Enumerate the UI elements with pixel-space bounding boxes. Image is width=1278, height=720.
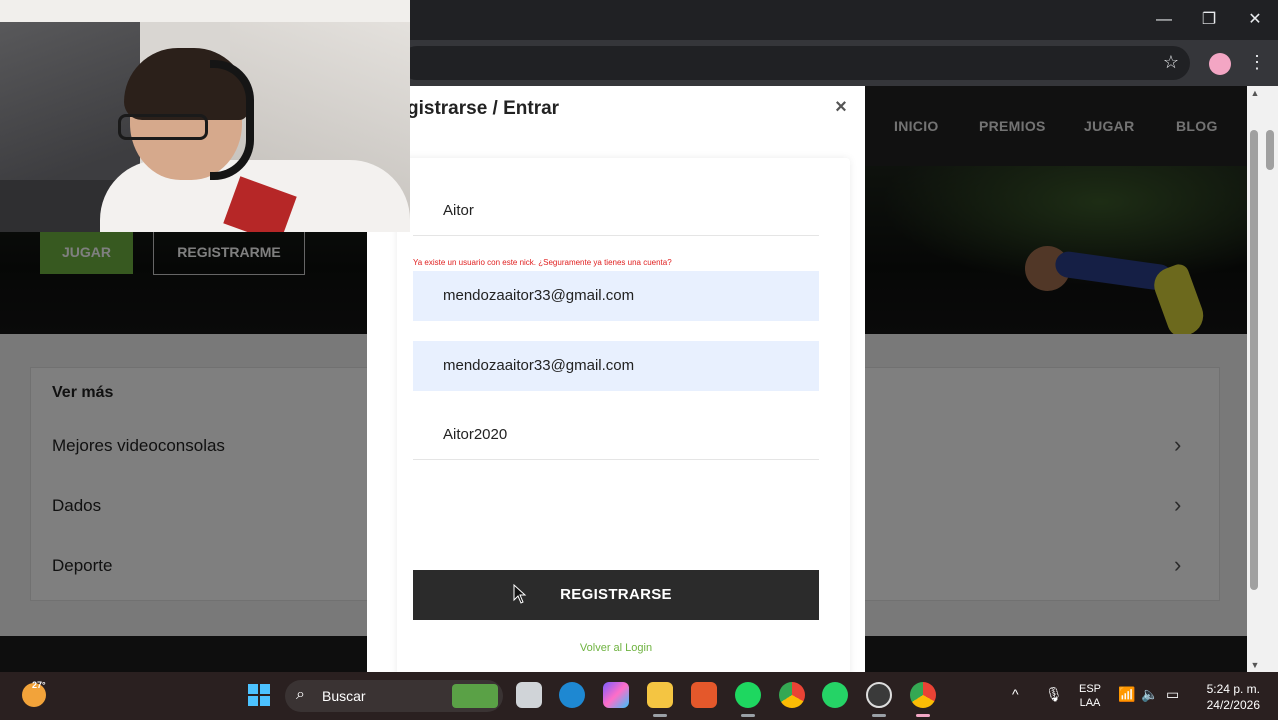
- active-app-indicator: [916, 714, 930, 717]
- webcam-headset: [210, 60, 254, 180]
- minimize-button[interactable]: —: [1152, 10, 1176, 30]
- language-code: ESP: [1078, 683, 1101, 695]
- email-confirm-value: mendozaaitor33@gmail.com: [443, 357, 635, 374]
- close-window-button[interactable]: ✕: [1243, 10, 1267, 30]
- email-field[interactable]: mendozaaitor33@gmail.com: [413, 271, 819, 321]
- email-value: mendozaaitor33@gmail.com: [443, 287, 635, 304]
- password-value: Aitor2020: [443, 426, 508, 443]
- clock-time: 5:24 p. m.: [1206, 682, 1260, 696]
- obs-icon[interactable]: [866, 682, 892, 708]
- active-app-indicator: [653, 714, 667, 717]
- back-to-login-link[interactable]: Volver al Login: [367, 642, 865, 654]
- secondary-scrollbar-thumb[interactable]: [1266, 130, 1274, 170]
- microphone-icon[interactable]: 🎙: [1045, 686, 1063, 703]
- taskbar-clock[interactable]: 5:24 p. m. 24/2/2026: [1196, 681, 1260, 713]
- scroll-up-arrow-icon[interactable]: ▲: [1250, 88, 1260, 98]
- webcam-ceiling: [0, 0, 410, 22]
- password-field[interactable]: Aitor2020: [413, 410, 819, 460]
- chrome-profile-icon[interactable]: [910, 682, 936, 708]
- weather-temperature: 27°: [32, 680, 46, 690]
- edge-icon[interactable]: [559, 682, 585, 708]
- search-highlight-icon: [452, 684, 498, 708]
- nick-value: Aitor: [443, 202, 474, 219]
- error-message: Ya existe un usuario con este nick. ¿Seg…: [413, 258, 672, 267]
- address-bar[interactable]: [400, 46, 1190, 80]
- register-modal: gistrarse / Entrar × Aitor Ya existe un …: [367, 86, 865, 678]
- spotify-icon[interactable]: [735, 682, 761, 708]
- mouse-cursor-icon: [513, 584, 527, 604]
- email-confirm-field[interactable]: mendozaaitor33@gmail.com: [413, 341, 819, 391]
- profile-avatar-icon[interactable]: [1209, 53, 1231, 75]
- search-label: Buscar: [322, 688, 366, 704]
- task-view-icon[interactable]: [516, 682, 542, 708]
- browser-menu-icon[interactable]: ⋮: [1248, 52, 1266, 74]
- webcam-person-glasses: [118, 114, 208, 140]
- restore-button[interactable]: ❐: [1197, 10, 1221, 30]
- clock-date: 24/2/2026: [1206, 698, 1260, 712]
- brave-icon[interactable]: [691, 682, 717, 708]
- active-app-indicator: [741, 714, 755, 717]
- webcam-overlay: [0, 0, 410, 232]
- close-icon[interactable]: ×: [830, 96, 852, 118]
- whatsapp-icon[interactable]: [822, 682, 848, 708]
- volume-icon[interactable]: 🔈: [1141, 686, 1158, 703]
- battery-icon[interactable]: ▭: [1166, 686, 1179, 703]
- copilot-icon[interactable]: [603, 682, 629, 708]
- nick-field[interactable]: Aitor: [413, 186, 819, 236]
- tray-chevron-up-icon[interactable]: ^: [1012, 686, 1019, 702]
- active-app-indicator: [872, 714, 886, 717]
- bookmark-star-icon[interactable]: ☆: [1160, 52, 1182, 74]
- chrome-icon[interactable]: [779, 682, 805, 708]
- start-icon[interactable]: [248, 684, 270, 706]
- wifi-icon[interactable]: 📶: [1118, 686, 1135, 703]
- register-submit-button[interactable]: REGISTRARSE: [413, 570, 819, 620]
- modal-title: gistrarse / Entrar: [407, 98, 560, 119]
- search-icon: ⌕: [296, 686, 305, 703]
- file-explorer-icon[interactable]: [647, 682, 673, 708]
- scrollbar-thumb[interactable]: [1250, 130, 1258, 590]
- language-layout: LAA: [1079, 697, 1101, 709]
- scroll-down-arrow-icon[interactable]: ▼: [1250, 660, 1260, 670]
- keyboard-language[interactable]: ESP LAA: [1078, 682, 1102, 710]
